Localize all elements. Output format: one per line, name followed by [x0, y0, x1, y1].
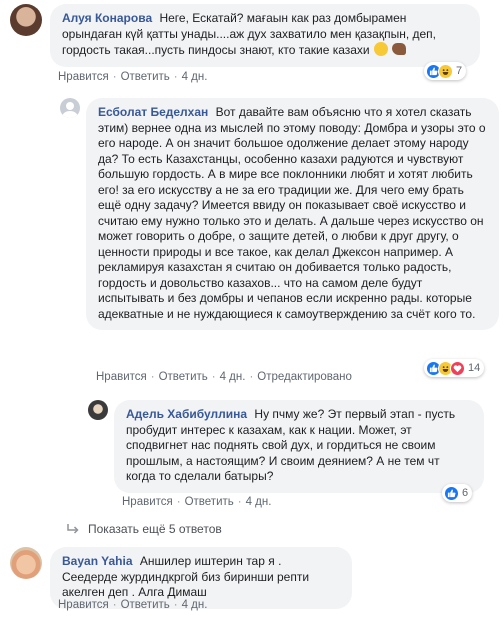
reply-arrow-icon	[67, 524, 79, 534]
comment-author[interactable]: Есболат Беделхан	[98, 105, 208, 119]
comment-author[interactable]: Адель Хабибуллина	[126, 407, 247, 421]
comment-text: Вот давайте вам объясню что я хотел сказ…	[98, 105, 486, 321]
haha-icon	[438, 63, 453, 79]
separator-dot: ·	[150, 371, 155, 383]
timestamp[interactable]: 4 дн.	[182, 71, 208, 83]
comment-esbolat: Есболат Беделхан Вот давайте вам объясню…	[60, 98, 499, 330]
love-icon	[450, 360, 465, 376]
avatar[interactable]	[10, 547, 42, 579]
reply-button[interactable]: Ответить	[159, 371, 208, 383]
like-button[interactable]: Нравится	[58, 71, 109, 83]
show-more-replies-label: Показать ещё 5 ответов	[88, 522, 222, 536]
like-icon	[444, 485, 459, 501]
timestamp[interactable]: 4 дн.	[220, 371, 246, 383]
avatar[interactable]	[60, 98, 80, 118]
separator-dot: ·	[173, 71, 178, 83]
comment-bubble: Алуя Конарова Неге, Ескатай? мағаын как …	[50, 4, 480, 67]
like-button[interactable]: Нравится	[96, 371, 147, 383]
like-button[interactable]: Нравится	[122, 496, 173, 508]
reaction-summary[interactable]: 14	[424, 359, 485, 377]
reply-button[interactable]: Ответить	[185, 496, 234, 508]
separator-dot: ·	[237, 496, 242, 508]
comment-author[interactable]: Алуя Конарова	[62, 11, 152, 25]
reaction-summary[interactable]: 7	[424, 62, 467, 80]
comment-bubble: Адель Хабибуллина Ну пчму же? Эт первый …	[114, 400, 484, 493]
reply-button[interactable]: Ответить	[121, 71, 170, 83]
timestamp[interactable]: 4 дн.	[182, 599, 208, 611]
comment-actions: Нравится · Ответить · 4 дн.	[58, 599, 207, 611]
thinking-emoji-icon	[373, 42, 388, 56]
avatar[interactable]	[10, 4, 42, 36]
edited-label[interactable]: Отредактировано	[257, 371, 352, 383]
comment-actions: Нравится · Ответить · 4 дн.	[58, 71, 207, 83]
separator-dot: ·	[249, 371, 254, 383]
comment-author[interactable]: Bayan Yahia	[62, 554, 133, 568]
separator-dot: ·	[173, 599, 178, 611]
reply-button[interactable]: Ответить	[121, 599, 170, 611]
reaction-count: 6	[462, 487, 469, 499]
comment-bubble: Есболат Беделхан Вот давайте вам объясню…	[86, 98, 499, 330]
comment-actions: Нравится · Ответить · 4 дн.	[122, 496, 271, 508]
comment-actions: Нравится · Ответить · 4 дн. · Отредактир…	[96, 371, 352, 383]
separator-dot: ·	[112, 599, 117, 611]
muscle-emoji-icon	[392, 43, 407, 55]
reaction-summary[interactable]: 6	[442, 484, 473, 502]
comment-adel: Адель Хабибуллина Ну пчму же? Эт первый …	[88, 400, 484, 493]
timestamp[interactable]: 4 дн.	[246, 496, 272, 508]
separator-dot: ·	[176, 496, 181, 508]
like-button[interactable]: Нравится	[58, 599, 109, 611]
separator-dot: ·	[112, 71, 117, 83]
avatar[interactable]	[88, 400, 108, 420]
separator-dot: ·	[211, 371, 216, 383]
comment-aluya: Алуя Конарова Неге, Ескатай? мағаын как …	[10, 4, 480, 67]
reaction-count: 14	[468, 362, 481, 374]
show-more-replies-button[interactable]: Показать ещё 5 ответов	[66, 522, 222, 536]
reaction-count: 7	[456, 65, 463, 77]
